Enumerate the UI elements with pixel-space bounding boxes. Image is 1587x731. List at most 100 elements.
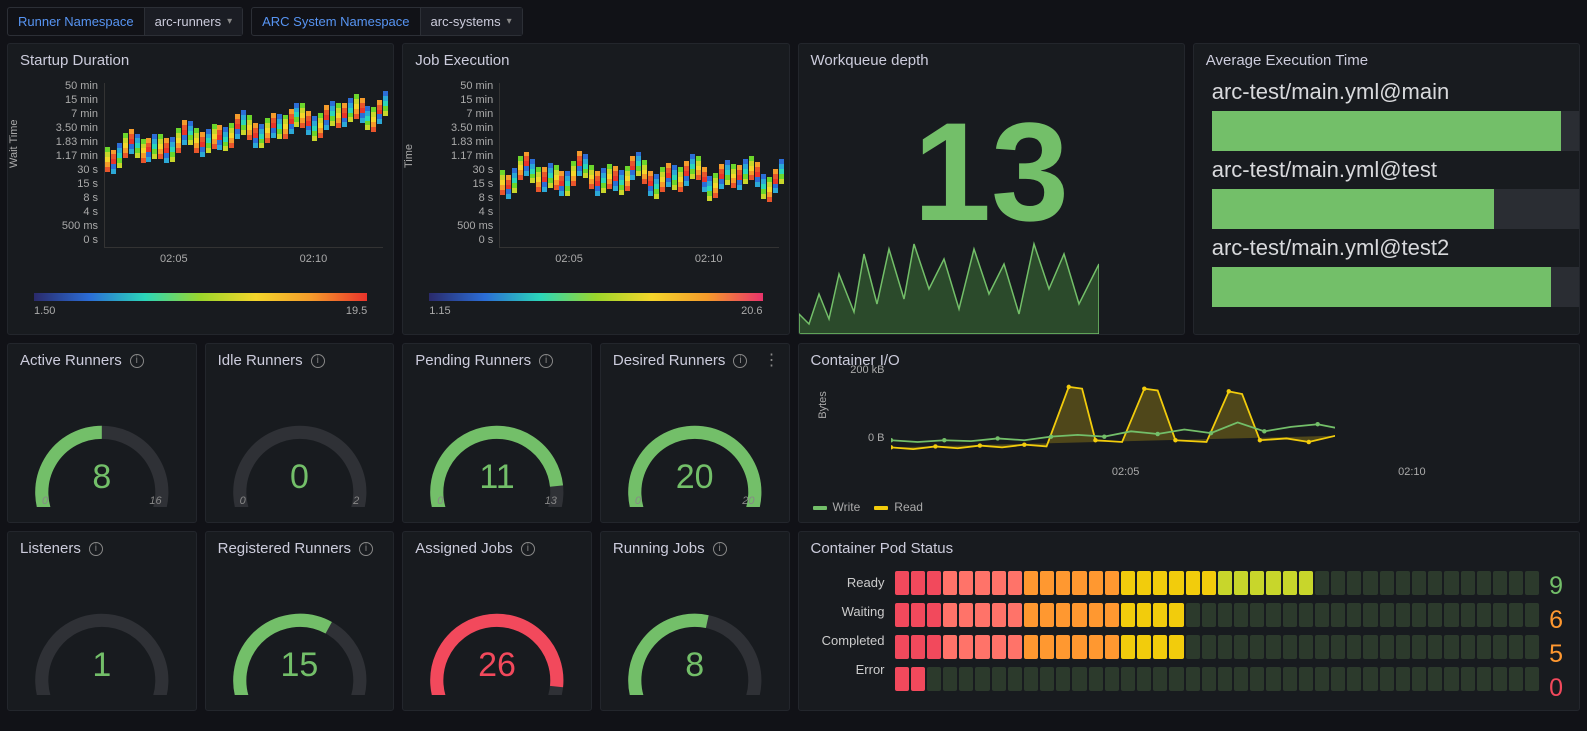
ytick: 4 s (46, 207, 98, 218)
ytick: 4 s (441, 207, 493, 218)
variable-toolbar: Runner Namespace arc-runners ▾ ARC Syste… (0, 0, 1587, 43)
xtick: 02:10 (300, 253, 328, 265)
ytick: 7 min (441, 109, 493, 120)
panel-registered-runners[interactable]: Registered Runners i 15 (205, 531, 395, 711)
gauge-max: 16 (149, 495, 161, 507)
gauge-value: 8 (92, 458, 111, 497)
info-icon[interactable]: i (311, 354, 325, 368)
startup-heatmap: Wait Time 50 min15 min7 min3.50 min1.83 … (8, 77, 393, 287)
panel-title: Idle Runners i (206, 344, 394, 377)
pod-row-value: 6 (1549, 605, 1563, 635)
gauge: 0 0 2 (206, 377, 394, 507)
avg-exec-row: arc-test/main.yml@test 22s (1212, 157, 1561, 229)
panel-listeners[interactable]: Listeners i 1 (7, 531, 197, 711)
gauge-min: 0 (635, 495, 641, 507)
ytick: 3.50 min (46, 123, 98, 134)
panel-container-pod-status[interactable]: Container Pod Status ReadyWaitingComplet… (798, 531, 1581, 711)
ytick: 1.83 min (441, 137, 493, 148)
gauge-max: 13 (545, 495, 557, 507)
panel-title: Listeners i (8, 532, 196, 565)
system-namespace-value: arc-systems (431, 14, 501, 29)
panel-container-io[interactable]: Container I/O Bytes 200 kB 0 B 02:05 02:… (798, 343, 1581, 523)
gauge: 1 (8, 565, 196, 695)
gauge-max: 2 (353, 495, 359, 507)
panel-title: Active Runners i (8, 344, 196, 377)
panel-startup-duration[interactable]: Startup Duration Wait Time 50 min15 min7… (7, 43, 394, 335)
ytick: 1.17 min (441, 151, 493, 162)
pod-row-label: Error (807, 662, 885, 677)
panel-title: Startup Duration (8, 44, 393, 77)
ytick: 500 ms (46, 221, 98, 232)
gauge-value: 1 (92, 646, 111, 685)
y-axis-label: Wait Time (8, 120, 20, 169)
avg-bar (1212, 267, 1580, 307)
ytick: 3.50 min (441, 123, 493, 134)
gauge: 20 0 20 (601, 377, 789, 507)
pod-row-value: 9 (1549, 571, 1563, 601)
panel-active-runners[interactable]: Active Runners i 8 0 16 (7, 343, 197, 523)
workflow-name: arc-test/main.yml@main (1212, 79, 1561, 105)
avg-bar (1212, 111, 1580, 151)
pod-row-label: Ready (807, 575, 885, 590)
panel-running-jobs[interactable]: Running Jobs i 8 (600, 531, 790, 711)
gauge-value: 8 (685, 646, 704, 685)
gauge-value: 15 (281, 646, 319, 685)
workqueue-value: 13 (799, 77, 1184, 267)
panel-pending-runners[interactable]: Pending Runners i 11 0 13 (402, 343, 592, 523)
io-plot (891, 378, 1335, 458)
workflow-name: arc-test/main.yml@test (1212, 157, 1561, 183)
panel-idle-runners[interactable]: Idle Runners i 0 0 2 (205, 343, 395, 523)
ytick: 1.83 min (46, 137, 98, 148)
runner-namespace-select[interactable]: arc-runners ▾ (144, 8, 243, 35)
panel-menu-icon[interactable]: ⋮ (764, 350, 781, 370)
y-axis-label: Bytes (816, 391, 828, 419)
panel-title: Job Execution (403, 44, 788, 77)
panel-title: Container I/O (799, 344, 1580, 377)
xtick: 02:05 (1112, 466, 1140, 478)
info-icon[interactable]: i (733, 354, 747, 368)
panel-avg-exec-time[interactable]: Average Execution Time arc-test/main.yml… (1193, 43, 1580, 335)
chevron-down-icon: ▾ (507, 16, 512, 27)
gauge-min: 0 (437, 495, 443, 507)
ytick: 8 s (46, 193, 98, 204)
panel-assigned-jobs[interactable]: Assigned Jobs i 26 (402, 531, 592, 711)
info-icon[interactable]: i (713, 542, 727, 556)
panel-title: Running Jobs i (601, 532, 789, 565)
ytick: 500 ms (441, 221, 493, 232)
info-icon[interactable]: i (130, 354, 144, 368)
avg-exec-row: arc-test/main.yml@main 24.5s (1212, 79, 1561, 151)
pod-row-value: 5 (1549, 639, 1563, 669)
scale-min: 1.50 (34, 305, 55, 317)
gauge: 8 0 16 (8, 377, 196, 507)
avg-exec-row: arc-test/main.yml@test2 24s (1212, 235, 1561, 307)
gauge: 15 (206, 565, 394, 695)
xtick: 02:05 (555, 253, 583, 265)
jobexec-heatmap: Time 50 min15 min7 min3.50 min1.83 min1.… (403, 77, 788, 287)
ytick: 0 B (839, 432, 885, 444)
xtick: 02:05 (160, 253, 188, 265)
legend-read: Read (874, 500, 923, 514)
y-axis-label: Time (403, 144, 415, 168)
pod-row-label: Completed (807, 633, 885, 648)
info-icon[interactable]: i (539, 354, 553, 368)
system-namespace-select[interactable]: arc-systems ▾ (420, 8, 522, 35)
gauge-value: 26 (478, 646, 516, 685)
ytick: 0 s (441, 235, 493, 246)
panel-job-execution[interactable]: Job Execution Time 50 min15 min7 min3.50… (402, 43, 789, 335)
info-icon[interactable]: i (359, 542, 373, 556)
pod-row-bar (895, 571, 1540, 595)
xtick: 02:10 (695, 253, 723, 265)
gauge-value: 0 (290, 458, 309, 497)
panel-desired-runners[interactable]: Desired Runners i 20 0 20 ⋮ (600, 343, 790, 523)
ytick: 15 min (46, 95, 98, 106)
system-namespace-label: ARC System Namespace (252, 8, 419, 35)
chevron-down-icon: ▾ (227, 16, 232, 27)
panel-title: Average Execution Time (1194, 44, 1579, 77)
panel-title: Desired Runners i (601, 344, 789, 377)
ytick: 7 min (46, 109, 98, 120)
panel-workqueue-depth[interactable]: Workqueue depth 13 (798, 43, 1185, 335)
info-icon[interactable]: i (89, 542, 103, 556)
info-icon[interactable]: i (521, 542, 535, 556)
color-scale (429, 293, 762, 301)
gauge-max: 20 (742, 495, 754, 507)
